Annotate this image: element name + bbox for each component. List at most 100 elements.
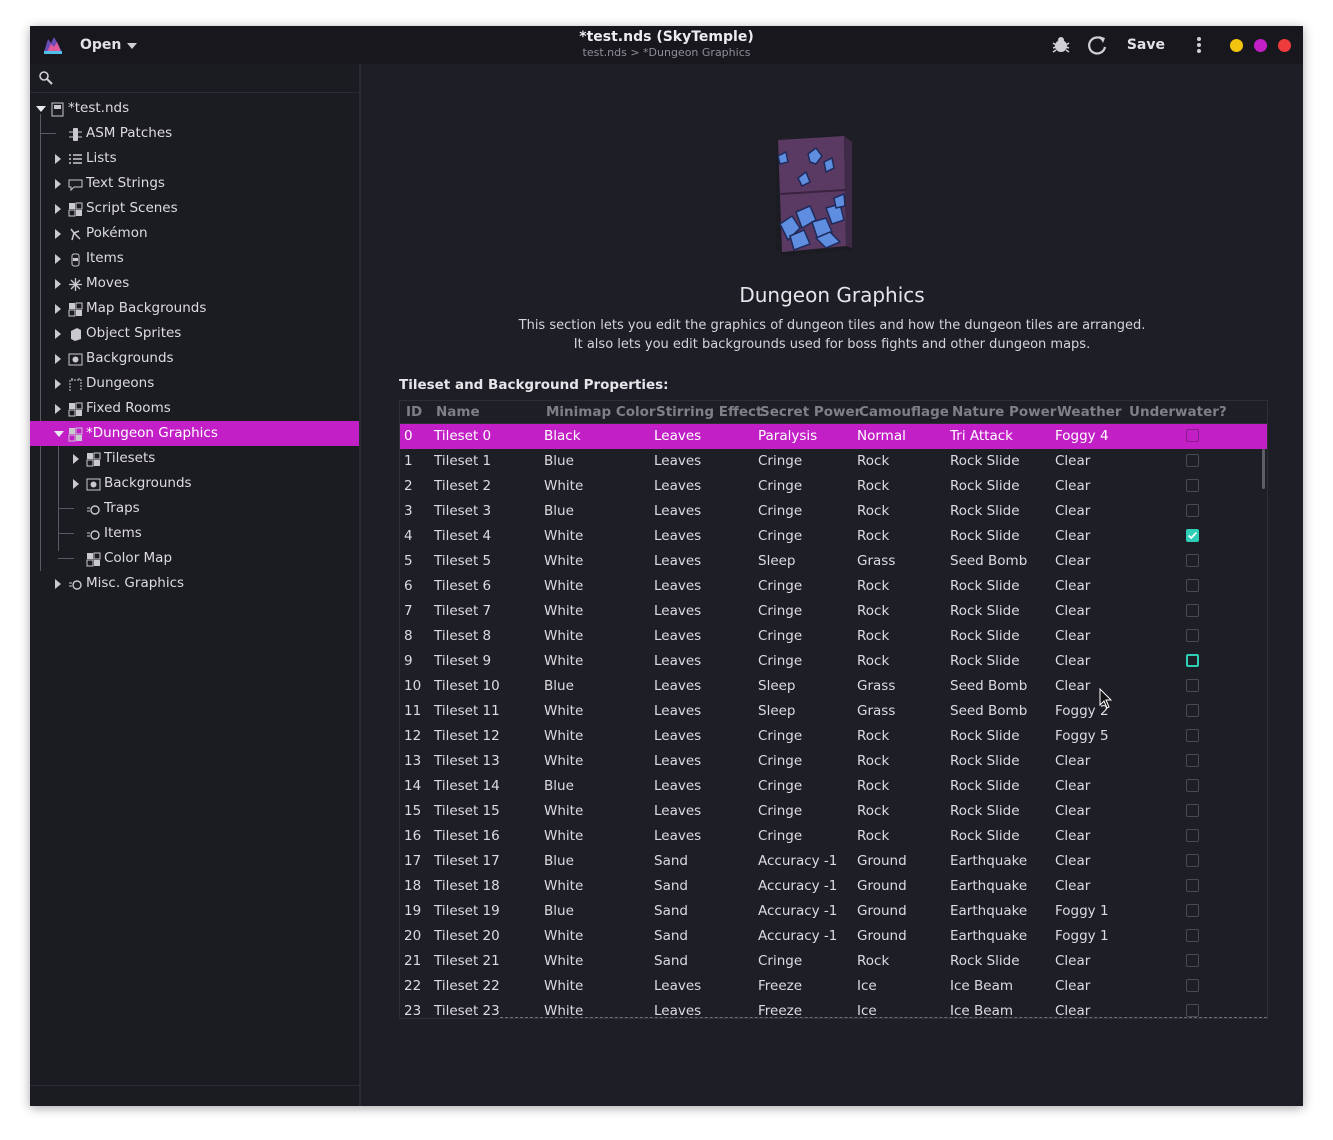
table-cell[interactable]: 19 (404, 899, 421, 924)
table-cell[interactable]: Cringe (758, 599, 802, 624)
table-cell[interactable]: Rock (857, 499, 889, 524)
table-cell[interactable]: Rock Slide (950, 824, 1020, 849)
table-cell[interactable]: Blue (544, 774, 574, 799)
expander-open-icon[interactable] (54, 431, 64, 437)
table-cell[interactable]: Tileset 12 (434, 724, 500, 749)
table-row[interactable]: 23 Tileset 23 White Leaves Freeze Ice Ice Beam… (400, 999, 1267, 1018)
table-row[interactable]: 3 Tileset 3 Blue Leaves Cringe Rock Rock Slide… (400, 499, 1267, 524)
table-cell[interactable]: Sleep (758, 674, 796, 699)
table-cell[interactable]: Tileset 14 (434, 774, 500, 799)
table-cell[interactable]: White (544, 949, 583, 974)
table-cell[interactable]: Ice (857, 999, 877, 1018)
table-cell[interactable]: 16 (404, 824, 421, 849)
table-row[interactable]: 9 Tileset 9 White Leaves Cringe Rock Rock Slid… (400, 649, 1267, 674)
table-cell[interactable]: Accuracy -1 (758, 849, 837, 874)
underwater-checkbox[interactable] (1186, 479, 1199, 492)
column-header-name[interactable]: Name (436, 401, 480, 423)
table-cell[interactable]: 21 (404, 949, 421, 974)
underwater-checkbox[interactable] (1186, 829, 1199, 842)
table-cell[interactable]: Sand (654, 849, 688, 874)
table-cell[interactable]: Cringe (758, 624, 802, 649)
table-cell[interactable]: Rock Slide (950, 574, 1020, 599)
table-cell[interactable]: White (544, 649, 583, 674)
underwater-checkbox[interactable] (1186, 979, 1199, 992)
table-cell[interactable]: Leaves (654, 574, 701, 599)
table-cell[interactable]: Leaves (654, 974, 701, 999)
table-cell[interactable]: Clear (1055, 624, 1090, 649)
table-cell[interactable]: Leaves (654, 774, 701, 799)
expander-open-icon[interactable] (36, 106, 46, 112)
table-cell[interactable]: Black (544, 424, 581, 449)
table-cell[interactable]: Clear (1055, 824, 1090, 849)
table-cell[interactable]: Leaves (654, 499, 701, 524)
sidebar-item-traps[interactable]: Traps (30, 496, 359, 521)
expander-closed-icon[interactable] (55, 229, 61, 239)
underwater-checkbox[interactable] (1186, 754, 1199, 767)
table-cell[interactable]: Rock (857, 749, 889, 774)
sidebar-item-items[interactable]: Items (30, 246, 359, 271)
table-cell[interactable]: White (544, 524, 583, 549)
table-row[interactable]: 1 Tileset 1 Blue Leaves Cringe Rock Rock Slide… (400, 449, 1267, 474)
table-cell[interactable]: Normal (857, 424, 906, 449)
table-cell[interactable]: Blue (544, 449, 574, 474)
table-cell[interactable]: White (544, 974, 583, 999)
underwater-checkbox[interactable] (1186, 604, 1199, 617)
table-cell[interactable]: Rock (857, 824, 889, 849)
table-cell[interactable]: White (544, 599, 583, 624)
table-cell[interactable]: White (544, 549, 583, 574)
table-cell[interactable]: White (544, 699, 583, 724)
close-button[interactable] (1278, 38, 1291, 52)
table-cell[interactable]: Cringe (758, 724, 802, 749)
sidebar-item-object-sprites[interactable]: Object Sprites (30, 321, 359, 346)
table-cell[interactable]: 1 (404, 449, 413, 474)
table-cell[interactable]: 9 (404, 649, 413, 674)
table-cell[interactable]: Blue (544, 499, 574, 524)
table-cell[interactable]: Seed Bomb (950, 699, 1027, 724)
table-cell[interactable]: White (544, 574, 583, 599)
column-header-id[interactable]: ID (406, 401, 422, 423)
table-row[interactable]: 0 Tileset 0 Black Leaves Paralysis Normal Tri … (400, 424, 1267, 449)
sidebar-item-misc-graphics[interactable]: Misc. Graphics (30, 571, 359, 596)
table-row[interactable]: 17 Tileset 17 Blue Sand Accuracy -1 Ground Ear… (400, 849, 1267, 874)
table-cell[interactable]: 13 (404, 749, 421, 774)
table-cell[interactable]: Leaves (654, 624, 701, 649)
expander-closed-icon[interactable] (55, 154, 61, 164)
table-cell[interactable]: Rock Slide (950, 499, 1020, 524)
table-cell[interactable]: Leaves (654, 649, 701, 674)
table-cell[interactable]: Cringe (758, 499, 802, 524)
underwater-checkbox[interactable] (1186, 704, 1199, 717)
table-cell[interactable]: Tileset 22 (434, 974, 500, 999)
table-cell[interactable]: 6 (404, 574, 413, 599)
table-cell[interactable]: 14 (404, 774, 421, 799)
expander-closed-icon[interactable] (73, 479, 79, 489)
table-row[interactable]: 18 Tileset 18 White Sand Accuracy -1 Ground Ea… (400, 874, 1267, 899)
minimize-button[interactable] (1230, 38, 1243, 52)
table-cell[interactable]: Blue (544, 849, 574, 874)
table-cell[interactable]: Sand (654, 874, 688, 899)
table-cell[interactable]: Tileset 20 (434, 924, 500, 949)
table-cell[interactable]: Rock (857, 574, 889, 599)
table-row[interactable]: 15 Tileset 15 White Leaves Cringe Rock Rock Sl… (400, 799, 1267, 824)
table-cell[interactable]: White (544, 924, 583, 949)
table-cell[interactable]: Cringe (758, 449, 802, 474)
table-cell[interactable]: Leaves (654, 799, 701, 824)
sidebar-item-moves[interactable]: Moves (30, 271, 359, 296)
table-cell[interactable]: Earthquake (950, 849, 1027, 874)
table-row[interactable]: 12 Tileset 12 White Leaves Cringe Rock Rock Sl… (400, 724, 1267, 749)
column-header-minimap-color[interactable]: Minimap Color (546, 401, 656, 423)
table-cell[interactable]: Rock Slide (950, 599, 1020, 624)
sidebar-item-dungeon-graphics[interactable]: *Dungeon Graphics (30, 421, 359, 446)
table-cell[interactable]: Tileset 23 (434, 999, 500, 1018)
underwater-checkbox[interactable] (1186, 629, 1199, 642)
table-cell[interactable]: White (544, 799, 583, 824)
table-cell[interactable]: Sand (654, 899, 688, 924)
expander-closed-icon[interactable] (55, 204, 61, 214)
table-cell[interactable]: 7 (404, 599, 413, 624)
table-cell[interactable]: Clear (1055, 449, 1090, 474)
table-cell[interactable]: Rock (857, 649, 889, 674)
table-cell[interactable]: Leaves (654, 674, 701, 699)
table-cell[interactable]: Ground (857, 874, 907, 899)
table-cell[interactable]: Seed Bomb (950, 549, 1027, 574)
search-icon[interactable] (38, 70, 54, 90)
table-row[interactable]: 16 Tileset 16 White Leaves Cringe Rock Rock Sl… (400, 824, 1267, 849)
